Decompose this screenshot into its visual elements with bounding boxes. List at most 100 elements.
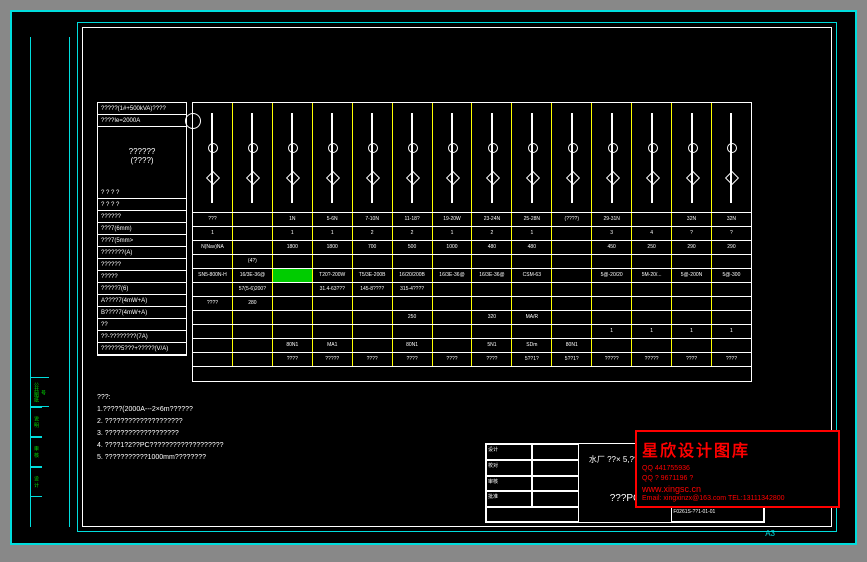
circuit-col	[393, 103, 433, 212]
grid-cell: 1	[512, 227, 552, 240]
grid-cell	[273, 255, 313, 268]
hr: ??-????????(7A)	[98, 331, 186, 343]
side-cell: 说 明	[31, 407, 42, 437]
breaker-icon	[491, 113, 493, 203]
grid-cell	[273, 311, 313, 324]
grid-cell: 5M-20/...	[632, 269, 672, 282]
grid-cell	[193, 283, 233, 296]
grid-cell	[353, 311, 393, 324]
hr: ??	[98, 319, 186, 331]
grid-cell	[193, 339, 233, 352]
grid-row: 250320MA/R	[193, 311, 751, 325]
grid-cell: T20?-200W	[313, 269, 353, 282]
grid-cell	[632, 339, 672, 352]
hr: A????7(4mW+A)	[98, 295, 186, 307]
grid-cell: 5@-20/20	[592, 269, 632, 282]
grid-cell: 2	[353, 227, 393, 240]
note: 5. ???????????1000mm????????	[97, 452, 224, 464]
hr: ???7(5mm>	[98, 235, 186, 247]
breaker-icon	[411, 113, 413, 203]
wm-email: Email: xingxinzx@163.com TEL:13111342800	[642, 494, 833, 504]
grid-cell	[433, 297, 473, 310]
grid-cell	[712, 339, 751, 352]
grid-cell	[712, 311, 751, 324]
grid-cell: ????	[193, 297, 233, 310]
grid-cell: 16/3E-36@	[433, 269, 473, 282]
grid-cell: 57(5-6)200?	[233, 283, 273, 296]
grid-cell: 31.4-63???	[313, 283, 353, 296]
grid-cell: 32N	[712, 213, 751, 226]
grid-cell	[472, 283, 512, 296]
grid-cell	[193, 353, 233, 366]
grid-cell: 1	[672, 325, 712, 338]
grid-cell: 5N1	[472, 339, 512, 352]
grid-cell	[233, 227, 273, 240]
grid-cell	[472, 325, 512, 338]
tb-label: 设计	[486, 444, 532, 460]
grid-cell: (4?)	[233, 255, 273, 268]
grid-cell: 80N1	[273, 339, 313, 352]
grid-cell: ???	[193, 213, 233, 226]
grid-cell	[552, 283, 592, 296]
breaker-icon	[251, 113, 253, 203]
grid-cell: 2	[472, 227, 512, 240]
data-grid: ???1N5-6N7-10N11-18?19-20W23-24N25-28N(?…	[193, 213, 751, 383]
tb-dwg-no: F0261S-??1-01-01	[671, 507, 764, 522]
tb-label: 审核	[486, 476, 532, 492]
tb-val	[532, 460, 578, 476]
grid-cell: ????	[472, 353, 512, 366]
grid-cell	[313, 297, 353, 310]
grid-cell	[313, 255, 353, 268]
grid-cell: ????	[393, 353, 433, 366]
grid-cell: 5-6N	[313, 213, 353, 226]
grid-cell: 2	[393, 227, 433, 240]
grid-cell: 1	[632, 325, 672, 338]
breaker-icon	[691, 113, 693, 203]
grid-cell: 80N1	[393, 339, 433, 352]
grid-cell: 16/3E-36@	[233, 269, 273, 282]
watermark-stamp: 星欣设计图库 QQ 441755936 QQ ? 9671196 ? www.x…	[635, 430, 840, 508]
tb-val	[486, 507, 579, 522]
wm-url: www.xingsc.cn	[642, 484, 833, 494]
grid-cell: 250	[393, 311, 433, 324]
breaker-icon	[531, 113, 533, 203]
grid-cell	[512, 325, 552, 338]
grid-cell	[712, 297, 751, 310]
grid-cell	[632, 283, 672, 296]
notes-block: ???: 1.?????(2000A---2×6m?????? 2. ?????…	[97, 392, 224, 464]
grid-cell: 1000	[433, 241, 473, 254]
grid-cell	[672, 283, 712, 296]
grid-cell	[672, 311, 712, 324]
grid-cell: ????	[712, 353, 751, 366]
grid-cell	[512, 283, 552, 296]
grid-row: ????280	[193, 297, 751, 311]
grid-cell	[433, 325, 473, 338]
grid-cell: 25-28N	[512, 213, 552, 226]
breaker-icon	[571, 113, 573, 203]
cad-viewport: 公共图纸号 说 明 审 核 设 计 ?????(1#+500kVA)???? ?…	[10, 10, 857, 545]
grid-cell: ?????	[313, 353, 353, 366]
grid-row: 1112212134??	[193, 227, 751, 241]
grid-cell: 500	[393, 241, 433, 254]
schematic-symbols-row	[193, 103, 751, 213]
grid-cell	[273, 283, 313, 296]
grid-cell: ?????	[592, 353, 632, 366]
grid-cell	[273, 297, 313, 310]
grid-cell	[552, 269, 592, 282]
grid-cell: ?????	[632, 353, 672, 366]
grid-cell	[353, 339, 393, 352]
hr: ???????(A)	[98, 247, 186, 259]
grid-cell	[313, 325, 353, 338]
breaker-icon	[371, 113, 373, 203]
hdr-line2: ????Ie=2000A	[98, 115, 186, 127]
transformer-icon	[185, 113, 201, 129]
circuit-col	[592, 103, 632, 212]
grid-cell: 5@-200N	[672, 269, 712, 282]
breaker-icon	[451, 113, 453, 203]
circuit-col	[273, 103, 313, 212]
grid-cell	[712, 283, 751, 296]
grid-cell	[353, 325, 393, 338]
grid-cell	[393, 297, 433, 310]
grid-cell	[353, 255, 393, 268]
grid-row: 1111	[193, 325, 751, 339]
